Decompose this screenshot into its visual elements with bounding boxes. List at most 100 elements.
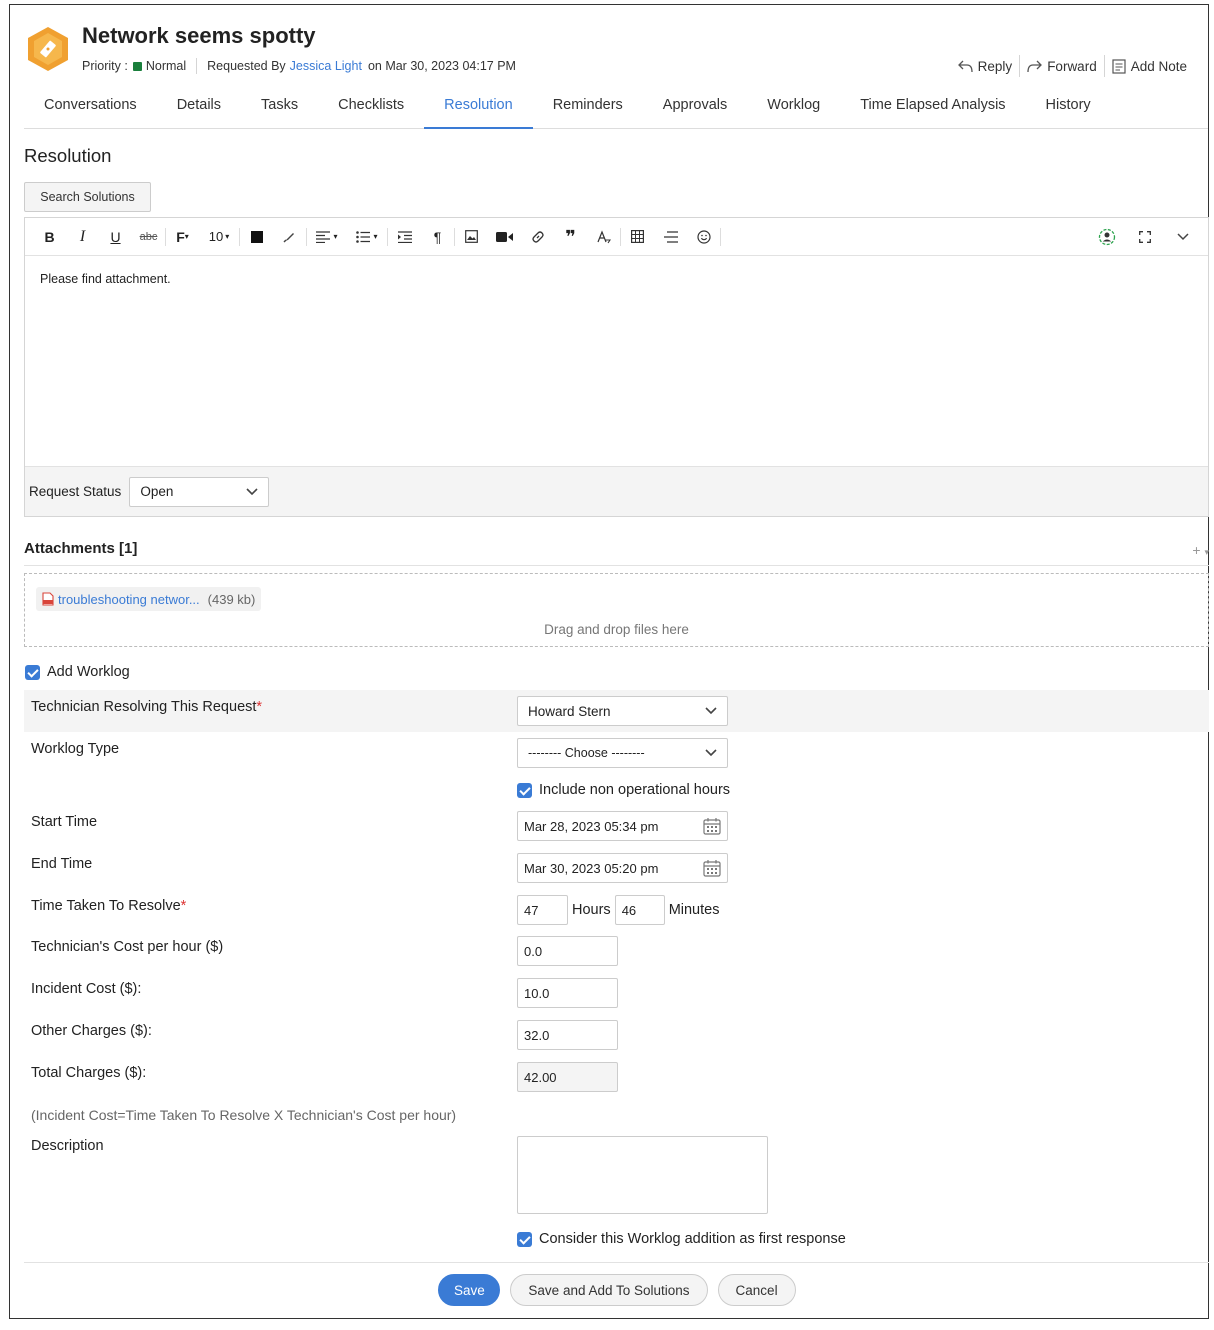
incident-cost-input[interactable]: 10.0 [517,978,618,1008]
plus-icon: + [1192,542,1201,558]
list-button[interactable]: ▾ [347,222,387,252]
calendar-icon[interactable] [703,859,721,877]
first-response-toggle[interactable]: Consider this Worklog addition as first … [517,1231,846,1247]
cancel-button[interactable]: Cancel [717,1274,796,1306]
toolbar-right [1088,222,1202,252]
quote-button[interactable]: ❞ [554,222,587,252]
insert-video-button[interactable] [488,222,521,252]
start-time-value: Mar 28, 2023 05:34 pm [524,818,659,834]
font-size-select[interactable]: 10 ▾ [199,222,239,252]
tab-worklog[interactable]: Worklog [747,87,840,129]
add-note-button[interactable]: Add Note [1105,59,1194,74]
link-icon [531,230,544,243]
tab-tasks[interactable]: Tasks [241,87,318,129]
add-attachment-button[interactable]: + ▾ [1192,542,1209,558]
tech-cost-input[interactable]: 0.0 [517,936,618,966]
editor-content[interactable]: Please find attachment. [25,256,1208,468]
other-charges-input[interactable]: 32.0 [517,1020,618,1050]
worklog-type-select[interactable]: -------- Choose -------- [517,738,728,768]
required-marker: * [180,898,187,914]
align-button[interactable]: ▾ [307,222,347,252]
indent-button[interactable] [388,222,421,252]
user-mention-button[interactable] [1088,222,1126,252]
minutes-input[interactable]: 46 [614,895,665,925]
request-status-select[interactable]: Open [129,476,270,507]
start-time-input[interactable]: Mar 28, 2023 05:34 pm [517,811,728,841]
attachment-chip[interactable]: troubleshooting networ... (439 kb) [36,587,262,611]
total-charges-input: 42.00 [517,1062,618,1092]
underline-label: U [110,228,121,245]
tab-details[interactable]: Details [157,87,241,129]
tab-conversations[interactable]: Conversations [24,87,157,129]
end-time-input[interactable]: Mar 30, 2023 05:20 pm [517,853,728,883]
attachment-dropzone[interactable]: troubleshooting networ... (439 kb) Drag … [24,573,1209,647]
attachments-title: Attachments [1] [24,540,138,557]
emoji-button[interactable] [687,222,720,252]
drop-hint: Drag and drop files here [544,622,689,637]
tab-approvals[interactable]: Approvals [643,87,747,129]
tab-resolution[interactable]: Resolution [424,87,533,129]
add-note-label: Add Note [1130,58,1187,74]
tab-time-elapsed-analysis[interactable]: Time Elapsed Analysis [840,87,1025,129]
save-button[interactable]: Save [438,1274,501,1306]
search-solutions-button[interactable]: Search Solutions [24,182,151,212]
worklog-type-label: Worklog Type [31,741,120,757]
priority-color-icon [132,61,142,71]
table-icon [631,230,644,243]
text-color-button[interactable] [240,222,273,252]
attachment-name[interactable]: troubleshooting networ... [58,592,200,607]
reply-icon [957,60,973,72]
time-taken-label: Time Taken To Resolve* [31,898,186,914]
reply-button[interactable]: Reply [951,59,1020,74]
add-worklog-checkbox[interactable] [25,664,40,680]
calendar-icon[interactable] [703,817,721,835]
more-options-button[interactable] [1164,222,1202,252]
insert-link-button[interactable] [521,222,554,252]
include-non-operational-toggle[interactable]: Include non operational hours [517,782,730,798]
video-icon [496,231,513,242]
chevron-down-icon [246,487,258,495]
clear-format-button[interactable] [587,222,620,252]
request-status-bar: Request Status Open [25,466,1208,516]
technician-select[interactable]: Howard Stern [517,696,728,726]
italic-button[interactable]: I [66,222,99,252]
minutes-label: Minutes [668,902,720,918]
bold-button[interactable]: B [33,222,66,252]
fullscreen-button[interactable] [1126,222,1164,252]
hours-input[interactable]: 47 [517,895,568,925]
technician-label-text: Technician Resolving This Request [31,699,257,715]
horizontal-rule-button[interactable] [654,222,687,252]
save-and-add-to-solutions-button[interactable]: Save and Add To Solutions [510,1274,708,1306]
fullscreen-icon [1139,231,1151,243]
tab-checklists[interactable]: Checklists [318,87,424,129]
insert-image-button[interactable] [455,222,488,252]
tab-history[interactable]: History [1026,87,1111,129]
worklog-type-value: -------- Choose -------- [528,746,645,760]
strikethrough-button[interactable]: abc [132,222,165,252]
description-textarea[interactable] [517,1136,768,1214]
requester-link[interactable]: Jessica Light [290,59,362,73]
end-time-label: End Time [31,856,93,872]
insert-table-button[interactable] [621,222,654,252]
pdf-file-icon [42,592,54,606]
first-response-checkbox[interactable] [517,1231,532,1247]
technician-label: Technician Resolving This Request* [31,699,262,715]
reply-label: Reply [977,58,1013,74]
underline-button[interactable]: U [99,222,132,252]
paragraph-button[interactable]: ¶ [421,222,454,252]
italic-label: I [79,227,86,245]
include-non-operational-checkbox[interactable] [517,782,532,798]
quote-icon: ❞ [565,226,576,247]
description-label: Description [31,1138,104,1154]
forward-button[interactable]: Forward [1020,59,1104,74]
font-family-button[interactable]: F ▾ [166,222,199,252]
bullet-list-icon [356,230,371,243]
technician-value: Howard Stern [528,703,611,719]
add-worklog-toggle[interactable]: Add Worklog [25,664,130,680]
form-actions: Save Save and Add To Solutions Cancel [10,1274,1210,1306]
highlight-button[interactable] [273,222,306,252]
editor-toolbar: B I U abc F ▾ 10 ▾ ▾ ▾ ¶ ❞ [25,218,1208,256]
tab-reminders[interactable]: Reminders [533,87,643,129]
end-time-value: Mar 30, 2023 05:20 pm [524,860,659,876]
incident-cost-label: Incident Cost ($): [31,981,142,997]
